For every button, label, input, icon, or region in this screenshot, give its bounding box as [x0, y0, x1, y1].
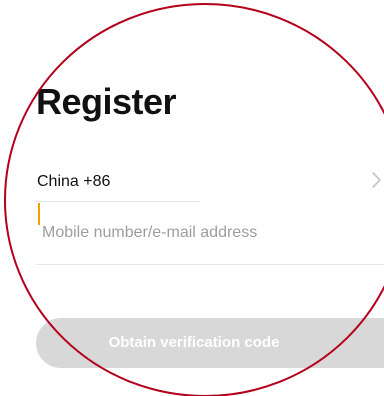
- account-field[interactable]: [36, 201, 384, 265]
- country-selector[interactable]: China +86: [36, 158, 384, 204]
- account-divider: [36, 264, 384, 265]
- account-input[interactable]: [36, 201, 382, 265]
- obtain-verification-code-label: Obtain verification code: [108, 334, 280, 351]
- register-screen: Register China +86 Obtain verification c…: [0, 0, 384, 396]
- country-code-label: China +86: [37, 173, 111, 190]
- chevron-right-icon: [372, 172, 381, 188]
- obtain-verification-code-button[interactable]: Obtain verification code: [36, 318, 384, 368]
- page-title: Register: [36, 81, 177, 122]
- text-caret: [38, 203, 40, 225]
